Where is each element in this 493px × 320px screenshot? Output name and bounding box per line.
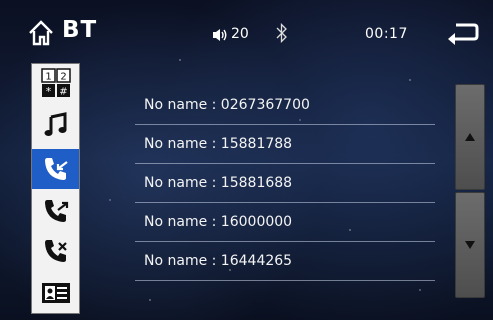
sidebar-item-contacts[interactable] — [32, 274, 79, 311]
app-title: BT — [62, 17, 98, 43]
volume-level: 20 — [231, 26, 249, 42]
dialpad-key-1: 1 — [45, 71, 51, 82]
sidebar-item-dialed-calls[interactable] — [32, 192, 79, 229]
home-icon[interactable] — [28, 20, 54, 46]
sidebar-item-received-calls[interactable] — [32, 149, 79, 189]
missed-call-icon — [44, 239, 67, 262]
call-entry-text: No name : 15881688 — [144, 175, 293, 191]
back-icon — [448, 23, 479, 45]
sidebar-menu: 1 2 * # — [31, 63, 80, 314]
list-item[interactable]: No name : 15881688 — [135, 164, 435, 203]
contacts-icon — [41, 282, 70, 303]
scroll-down-button[interactable] — [455, 192, 485, 298]
volume-icon — [213, 29, 227, 41]
top-bar: BT 20 00:17 — [0, 0, 493, 60]
list-item[interactable]: No name : 0267367700 — [135, 86, 435, 125]
triangle-up-icon — [465, 133, 475, 141]
call-history-list: No name : 0267367700 No name : 15881788 … — [135, 86, 435, 281]
incoming-call-icon — [44, 158, 68, 180]
music-icon — [44, 111, 66, 136]
clock: 00:17 — [365, 26, 408, 42]
back-button[interactable] — [444, 20, 480, 48]
call-entry-text: No name : 0267367700 — [144, 97, 310, 113]
dialpad-key-star: * — [45, 85, 51, 98]
call-entry-text: No name : 16444265 — [144, 253, 293, 269]
list-item[interactable]: No name : 16000000 — [135, 203, 435, 242]
sidebar-item-dialpad[interactable]: 1 2 * # — [32, 64, 79, 101]
dialpad-icon: 1 2 * # — [40, 67, 71, 98]
row-divider — [135, 280, 435, 281]
sidebar-item-music[interactable] — [32, 106, 79, 143]
bluetooth-icon — [276, 23, 287, 43]
call-entry-text: No name : 16000000 — [144, 214, 293, 230]
list-item[interactable]: No name : 15881788 — [135, 125, 435, 164]
dialpad-key-hash: # — [59, 86, 67, 97]
list-item[interactable]: No name : 16444265 — [135, 242, 435, 281]
sidebar-item-missed-calls[interactable] — [32, 232, 79, 269]
outgoing-call-icon — [44, 199, 68, 222]
triangle-down-icon — [465, 241, 475, 249]
call-entry-text: No name : 15881788 — [144, 136, 293, 152]
scroll-up-button[interactable] — [455, 84, 485, 190]
dialpad-key-2: 2 — [60, 71, 66, 82]
